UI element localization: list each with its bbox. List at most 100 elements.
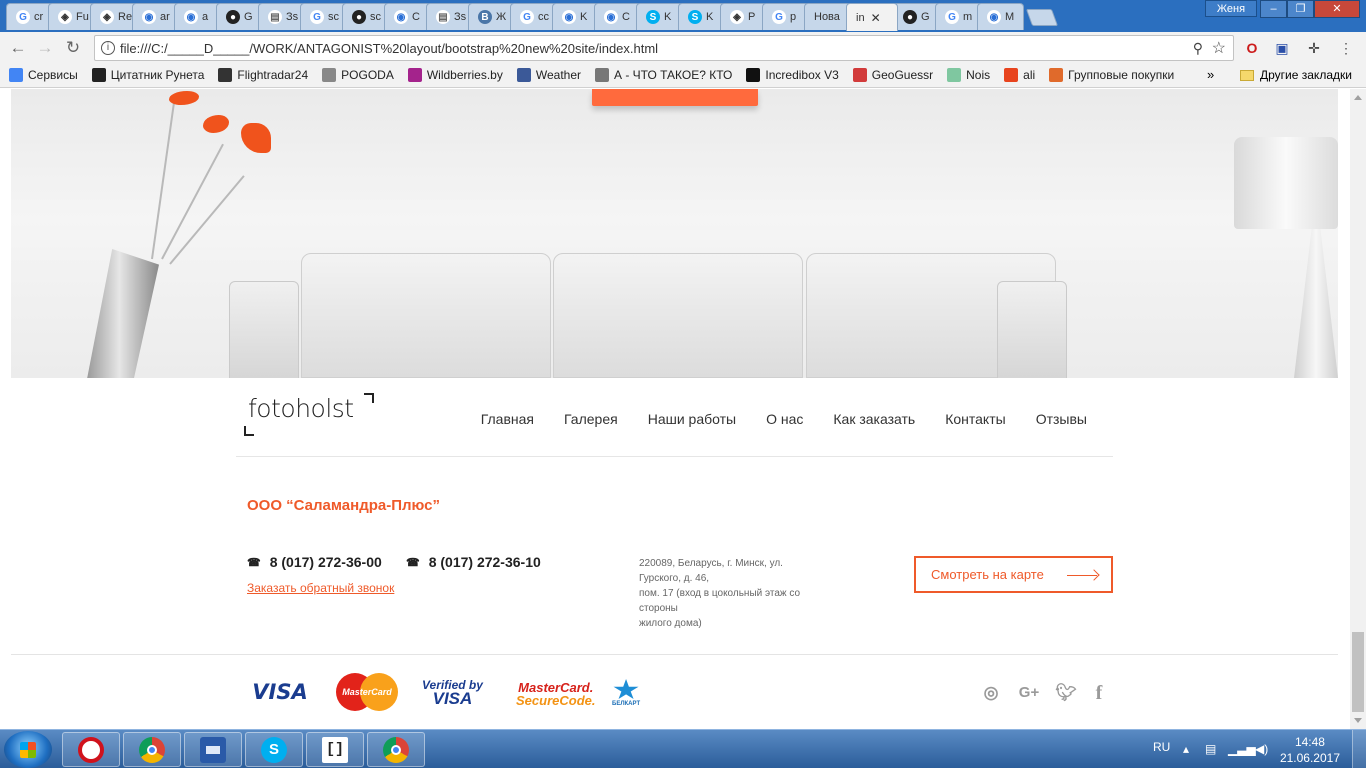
browser-tab[interactable]: ▤ Зs	[258, 3, 305, 30]
taskbar-save[interactable]	[184, 732, 242, 767]
input-language[interactable]: RU	[1153, 740, 1170, 754]
tray-expand-icon[interactable]: ▴	[1183, 742, 1189, 756]
browser-tab[interactable]: ◈ Re	[90, 3, 137, 30]
maximize-button[interactable]: ❐	[1287, 0, 1314, 18]
nav-link[interactable]: О нас	[766, 411, 803, 427]
browser-tab[interactable]: ВЖ	[468, 3, 515, 30]
browser-tab[interactable]: Нова	[804, 3, 851, 30]
bookmark-item[interactable]: POGODA	[322, 68, 394, 82]
nav-link[interactable]: Наши работы	[648, 411, 736, 427]
scroll-down-icon[interactable]	[1354, 718, 1362, 723]
browser-tab[interactable]: ◈ P	[720, 3, 767, 30]
facebook-icon[interactable]: f	[1088, 682, 1110, 704]
extension-icon[interactable]: ▣	[1273, 40, 1291, 56]
hero-cta-button[interactable]	[592, 89, 758, 106]
browser-tab[interactable]: ▤ Зs	[426, 3, 473, 30]
network-adapter-icon[interactable]: ▤	[1205, 742, 1216, 756]
forward-arrow-icon[interactable]: →	[35, 38, 55, 58]
nav-link[interactable]: Как заказать	[833, 411, 915, 427]
browser-tab[interactable]: ◉ C	[594, 3, 641, 30]
site-info-icon[interactable]: i	[101, 41, 115, 55]
bookmark-item[interactable]: Wildberries.by	[407, 68, 503, 82]
taskbar-brackets[interactable]: []	[306, 732, 364, 767]
main-nav: Главная Галерея Наши работы О нас Как заказа…	[481, 411, 1087, 427]
bookmarks-overflow-icon[interactable]: »	[1207, 67, 1214, 82]
browser-tab[interactable]: in ✕	[846, 3, 898, 31]
browser-tab[interactable]: SK	[678, 3, 725, 30]
bookmark-item[interactable]: ali	[1004, 68, 1035, 82]
browser-tab[interactable]: Gcc	[510, 3, 557, 30]
new-tab-button[interactable]	[1025, 9, 1059, 26]
back-arrow-icon[interactable]: ←	[8, 38, 28, 58]
browser-tab[interactable]: ● sc	[342, 3, 389, 30]
zoom-icon[interactable]: ⚲	[1193, 40, 1203, 57]
twitter-icon[interactable]: 🐦︎	[1055, 682, 1077, 704]
bookmark-item[interactable]: Nois	[947, 68, 990, 82]
taskbar-chrome[interactable]	[123, 732, 181, 767]
browser-tab[interactable]: Gp	[762, 3, 809, 30]
phone-2[interactable]: ☎ 8 (017) 272-36-10	[406, 554, 541, 570]
document-icon: ▤	[436, 10, 450, 24]
opera-icon	[78, 736, 104, 763]
browser-tab[interactable]: ◉ M	[977, 3, 1024, 30]
other-bookmarks[interactable]: Другие закладки	[1240, 68, 1352, 82]
bookmark-item[interactable]: Flightradar24	[218, 68, 308, 82]
nav-link[interactable]: Главная	[481, 411, 534, 427]
site-icon: ◉	[184, 10, 198, 24]
reload-icon[interactable]: ↻	[63, 38, 83, 58]
browser-tab[interactable]: Gcr	[6, 3, 53, 30]
taskbar-skype[interactable]: S	[245, 732, 303, 767]
bookmark-star-icon[interactable]: ☆	[1212, 38, 1226, 58]
bookmark-item[interactable]: А - ЧТО ТАКОЕ? КТО	[595, 68, 732, 82]
nav-link[interactable]: Галерея	[564, 411, 618, 427]
bookmark-item[interactable]: Weather	[516, 68, 581, 82]
system-clock[interactable]: 14:48 21.06.2017	[1280, 734, 1340, 766]
phone-1[interactable]: ☎ 8 (017) 272-36-00	[247, 554, 382, 570]
page-scrollbar[interactable]	[1350, 89, 1366, 729]
browser-tab[interactable]: ◉ C	[384, 3, 431, 30]
google-icon: G	[310, 10, 324, 24]
tab-label: K	[580, 11, 588, 23]
close-tab-icon[interactable]: ✕	[871, 11, 881, 25]
bookmark-item[interactable]: Incredibox V3	[746, 68, 839, 82]
taskbar-opera[interactable]	[62, 732, 120, 767]
callback-link[interactable]: Заказать обратный звонок	[247, 581, 394, 595]
scroll-up-icon[interactable]	[1354, 95, 1362, 100]
browser-tab[interactable]: ◉ K	[552, 3, 599, 30]
minimize-button[interactable]: –	[1260, 0, 1287, 18]
bookmark-item[interactable]: Сервисы	[9, 68, 78, 82]
taskbar-chrome-2[interactable]	[367, 732, 425, 767]
browser-tab[interactable]: SK	[636, 3, 683, 30]
address-bar[interactable]: i file:///C:/_____D_____/WORK/ANTAGONIST…	[94, 35, 1234, 61]
google-plus-icon[interactable]: G+	[1016, 682, 1042, 704]
browser-tab[interactable]: ● G	[216, 3, 263, 30]
site-logo[interactable]: fotoholst	[248, 394, 354, 423]
url-text[interactable]: file:///C:/_____D_____/WORK/ANTAGONIST%2…	[120, 41, 658, 56]
volume-icon[interactable]: ◀)	[1255, 742, 1268, 756]
extension-move-icon[interactable]: ✛	[1305, 40, 1323, 56]
instagram-icon[interactable]: ◎	[980, 682, 1002, 704]
opera-extension-icon[interactable]: O	[1243, 40, 1261, 56]
signal-icon[interactable]: ▁▃▅	[1228, 742, 1256, 756]
scroll-thumb[interactable]	[1352, 632, 1364, 712]
browser-tab[interactable]: Gm	[935, 3, 982, 30]
tab-label: G	[921, 11, 930, 23]
browser-tab[interactable]: Gsc	[300, 3, 347, 30]
view-map-button[interactable]: Смотреть на карте	[914, 556, 1113, 593]
profile-button[interactable]: Женя	[1205, 0, 1257, 17]
flower-petal	[169, 91, 199, 105]
nav-link[interactable]: Контакты	[945, 411, 1005, 427]
browser-tab[interactable]: ● G	[893, 3, 940, 30]
close-window-button[interactable]: ✕	[1314, 0, 1360, 18]
browser-tab[interactable]: ◈ Fu	[48, 3, 95, 30]
menu-icon[interactable]: ⋮	[1337, 40, 1355, 56]
nav-link[interactable]: Отзывы	[1036, 411, 1087, 427]
skype-icon: S	[646, 10, 660, 24]
bookmark-item[interactable]: GeoGuessr	[852, 68, 933, 82]
bookmark-item[interactable]: Цитатник Рунета	[91, 68, 204, 82]
browser-tab[interactable]: ◉ a	[174, 3, 221, 30]
show-desktop-button[interactable]	[1352, 730, 1366, 769]
bookmark-item[interactable]: Групповые покупки	[1049, 68, 1174, 82]
start-button[interactable]	[4, 731, 52, 768]
browser-tab[interactable]: ◉ ar	[132, 3, 179, 30]
